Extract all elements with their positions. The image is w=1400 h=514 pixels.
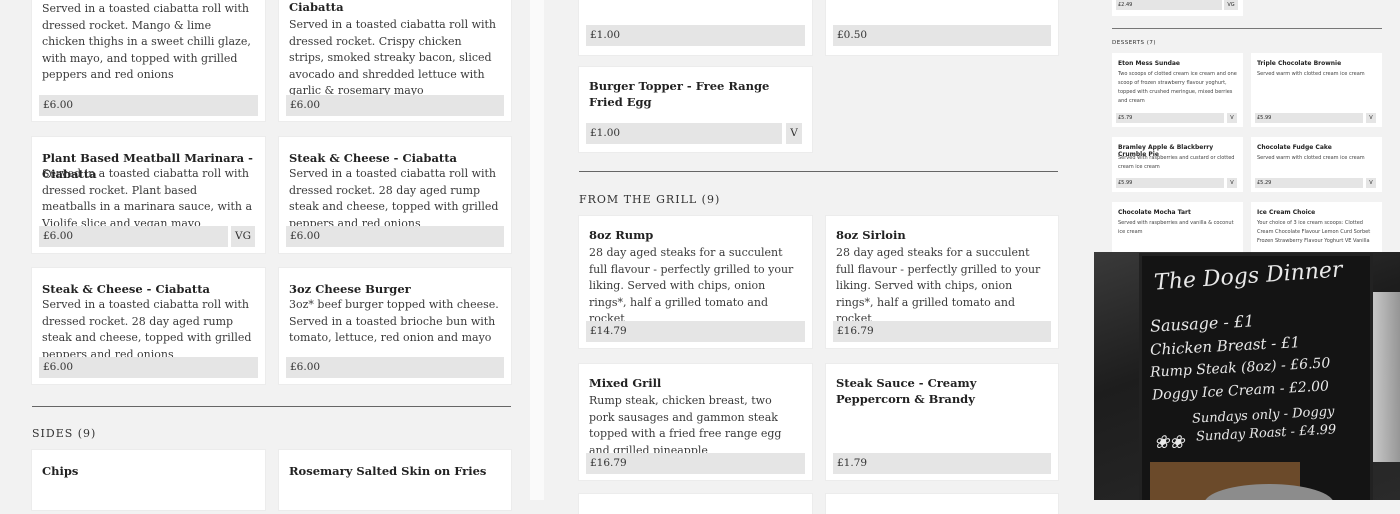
chalkboard-photo: The Dogs Dinner Sausage - £1 Chicken Bre… [1094, 252, 1400, 500]
mini-desc: Your choice of 3 ice cream scoops: Clott… [1257, 220, 1371, 244]
card-price: £16.79 [833, 321, 1051, 342]
mini-tag: V [1227, 113, 1237, 123]
mini-title: Ice Cream Choice [1257, 209, 1316, 216]
card-title: Steak & Cheese - Ciabatta [289, 151, 458, 165]
section-divider [579, 171, 1058, 172]
sides-heading: SIDES (9) [32, 427, 97, 440]
menu-card[interactable]: 3oz Cheese Burger 3oz* beef burger toppe… [279, 268, 511, 384]
mini-price: £5.79 [1116, 113, 1224, 123]
card-price: £6.00 [286, 95, 504, 116]
card-description: Served in a toasted ciabatta roll with d… [42, 298, 252, 361]
card-description: Served in a toasted ciabatta roll with d… [289, 167, 499, 230]
card-price: £1.00 [586, 123, 782, 144]
menu-card[interactable]: £0.50 [826, 0, 1058, 55]
card-price: £6.00 [39, 357, 258, 378]
card-price: £0.50 [833, 25, 1051, 46]
mini-card[interactable]: Chocolate Mocha Tart Served with raspber… [1112, 202, 1243, 252]
card-title: Burger Topper - Free Range Fried Egg [589, 79, 770, 109]
mini-tag: V [1227, 178, 1237, 188]
desserts-heading: DESSERTS (7) [1112, 40, 1156, 46]
card-price: £6.00 [286, 357, 504, 378]
vegan-tag: VG [231, 226, 255, 247]
section-divider [32, 406, 511, 407]
column-gap [530, 0, 544, 500]
mini-price: £5.29 [1255, 178, 1363, 188]
mini-tag: V [1366, 178, 1376, 188]
menu-card[interactable]: Mixed Grill Rump steak, chicken breast, … [579, 364, 812, 480]
card-title: 8oz Rump [589, 228, 654, 242]
mini-title: Chocolate Fudge Cake [1257, 144, 1332, 151]
card-description: 3oz* beef burger topped with cheese. Ser… [289, 298, 499, 344]
card-description: 28 day aged steaks for a succulent full … [589, 246, 794, 325]
menu-card[interactable]: Ciabatta Served in a toasted ciabatta ro… [279, 0, 511, 121]
mini-card[interactable]: Bramley Apple & Blackberry Crumble Pie S… [1112, 137, 1243, 192]
mini-desc: Served warm with clotted cream ice cream [1257, 71, 1365, 77]
mini-price: £5.99 [1116, 178, 1224, 188]
card-price: £6.00 [286, 226, 504, 247]
menu-card[interactable] [579, 494, 812, 514]
mini-price: £2.49 [1116, 0, 1222, 10]
card-price: £1.79 [833, 453, 1051, 474]
paw-print-icon: ❀❀ [1154, 432, 1185, 453]
chalkboard-line: Chicken Breast - £1 [1149, 333, 1301, 359]
mini-card[interactable]: Eton Mess Sundae Two scoops of clotted c… [1112, 53, 1243, 127]
card-description: 28 day aged steaks for a succulent full … [836, 246, 1041, 325]
menu-card[interactable]: Steak Sauce - Creamy Peppercorn & Brandy… [826, 364, 1058, 480]
mini-title: Chocolate Mocha Tart [1118, 209, 1191, 216]
menu-card[interactable]: Chips [32, 450, 265, 510]
menu-card[interactable]: 8oz Sirloin 28 day aged steaks for a suc… [826, 216, 1058, 348]
mini-card[interactable]: Chocolate Fudge Cake Served warm with cl… [1251, 137, 1382, 192]
card-title: Rosemary Salted Skin on Fries [289, 464, 487, 478]
card-price: £6.00 [39, 226, 228, 247]
chalkboard-heading: The Dogs Dinner [1153, 257, 1344, 296]
card-title: Ciabatta [289, 0, 344, 14]
menu-card[interactable]: Burger Topper - Free Range Fried Egg £1.… [579, 67, 812, 152]
card-description: Served in a toasted ciabatta roll with d… [42, 2, 251, 81]
card-price: £16.79 [586, 453, 805, 474]
menu-card[interactable]: £1.00 [579, 0, 812, 55]
grill-heading: FROM THE GRILL (9) [579, 193, 721, 206]
mini-title: Triple Chocolate Brownie [1257, 60, 1342, 67]
mini-card[interactable]: Triple Chocolate Brownie Served warm wit… [1251, 53, 1382, 127]
card-description: Served in a toasted ciabatta roll with d… [289, 18, 497, 97]
menu-card[interactable]: Rosemary Salted Skin on Fries [279, 450, 511, 510]
mini-card: £2.49 VG [1112, 0, 1243, 16]
menu-card[interactable] [826, 494, 1058, 514]
mini-price: £5.99 [1255, 113, 1363, 123]
menu-card[interactable]: Steak & Cheese - Ciabatta Served in a to… [32, 268, 265, 384]
menu-card[interactable]: Steak & Cheese - Ciabatta Served in a to… [279, 137, 511, 253]
mini-card[interactable]: Ice Cream Choice Your choice of 3 ice cr… [1251, 202, 1382, 252]
vegetarian-tag: V [786, 123, 802, 144]
card-price: £6.00 [39, 95, 258, 116]
card-title: Chips [42, 464, 79, 478]
card-title: 8oz Sirloin [836, 228, 906, 242]
menu-card[interactable]: 8oz Rump 28 day aged steaks for a succul… [579, 216, 812, 348]
card-title: Steak & Cheese - Ciabatta [42, 282, 211, 296]
card-title: Steak Sauce - Creamy Peppercorn & Brandy [836, 376, 977, 406]
card-price: £14.79 [586, 321, 805, 342]
card-title: 3oz Cheese Burger [289, 282, 411, 296]
card-description: Served in a toasted ciabatta roll with d… [42, 167, 253, 230]
mini-divider [1112, 28, 1382, 29]
chalkboard-line: Rump Steak (8oz) - £6.50 [1149, 355, 1331, 381]
mini-desc: Served warm with clotted cream ice cream [1257, 155, 1365, 161]
mini-desc: Served with raspberries and custard or c… [1118, 155, 1235, 170]
card-description: Rump steak, chicken breast, two pork sau… [589, 394, 782, 457]
chalkboard-line: Doggy Ice Cream - £2.00 [1151, 378, 1330, 404]
mini-tag: VG [1224, 0, 1238, 10]
menu-card[interactable]: Plant Based Meatball Marinara - Ciabatta… [32, 137, 265, 253]
chalkboard-line: Sunday Roast - £4.99 [1195, 422, 1337, 445]
mini-title: Eton Mess Sundae [1118, 60, 1180, 67]
desserts-thumbnail: £2.49 VG DESSERTS (7) Eton Mess Sundae T… [1094, 0, 1400, 252]
mini-tag: V [1366, 113, 1376, 123]
menu-card[interactable]: Served in a toasted ciabatta roll with d… [32, 0, 265, 121]
mini-desc: Two scoops of clotted cream ice cream an… [1118, 71, 1237, 104]
mini-desc: Served with raspberries and vanilla & co… [1118, 220, 1234, 235]
card-title: Mixed Grill [589, 376, 662, 390]
card-price: £1.00 [586, 25, 805, 46]
chalkboard-line: Sausage - £1 [1149, 311, 1255, 336]
